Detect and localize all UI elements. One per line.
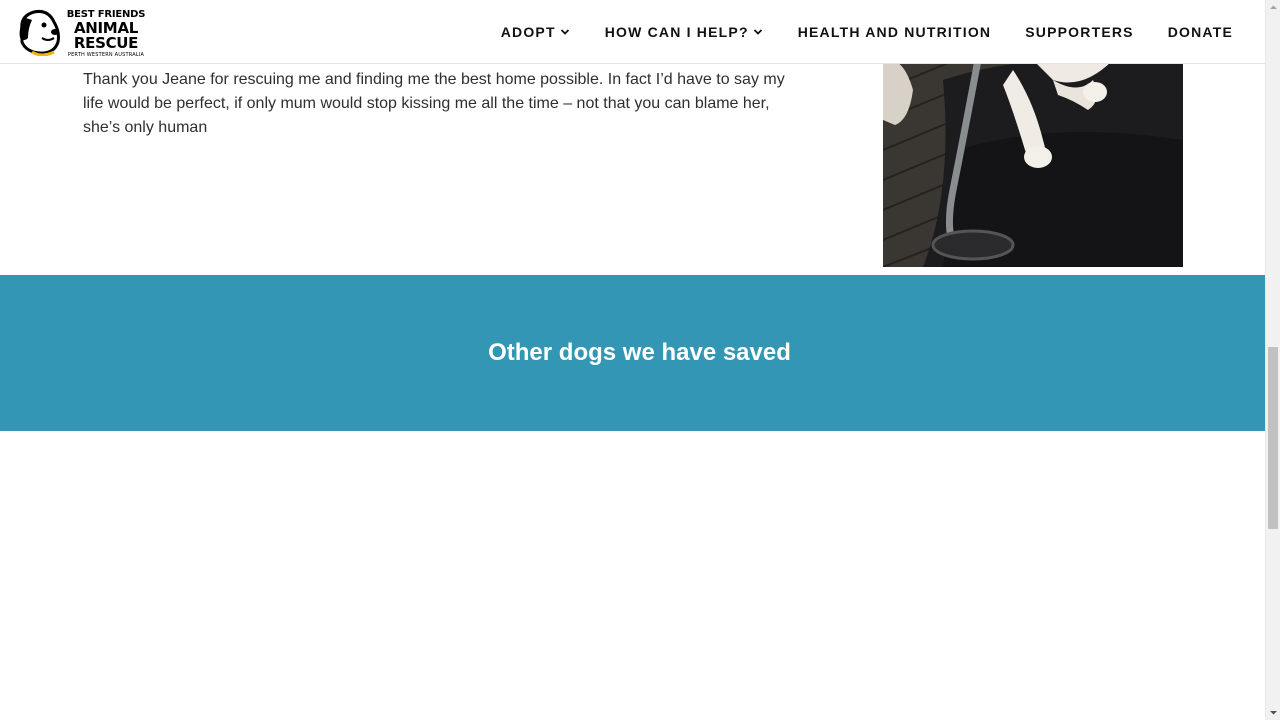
- nav-how-can-i-help[interactable]: HOW CAN I HELP?: [605, 24, 764, 40]
- saved-dogs-gallery: [0, 431, 1265, 720]
- logo-line-location: PERTH WESTERN AUSTRALIA: [67, 52, 145, 58]
- section-title: Other dogs we have saved: [488, 339, 791, 366]
- nav-adopt-label: ADOPT: [500, 23, 556, 40]
- nav-supporters-label: SUPPORTERS: [1025, 23, 1134, 40]
- vertical-scrollbar[interactable]: [1265, 0, 1280, 720]
- nav-health-label: HEALTH AND NUTRITION: [797, 23, 992, 40]
- chevron-down-icon: [753, 28, 762, 35]
- scrollbar-thumb[interactable]: [1268, 347, 1278, 529]
- main-nav: ADOPT HOW CAN I HELP? HEALTH AND NUTRITI…: [467, 0, 1233, 63]
- nav-donate[interactable]: DONATE: [1168, 24, 1233, 40]
- other-dogs-saved-band: Other dogs we have saved: [0, 275, 1265, 431]
- nav-adopt[interactable]: ADOPT: [501, 24, 571, 40]
- scroll-up-arrow-icon[interactable]: [1266, 0, 1280, 15]
- nav-how-can-i-help-label: HOW CAN I HELP?: [604, 23, 749, 40]
- page: Thank you Jeane for rescuing me and find…: [0, 0, 1280, 720]
- nav-health-and-nutrition[interactable]: HEALTH AND NUTRITION: [798, 24, 992, 40]
- logo-line-rescue: RESCUE: [73, 34, 139, 52]
- story-text: Thank you Jeane for rescuing me and find…: [83, 71, 785, 136]
- site-logo[interactable]: BEST FRIENDS ANIMAL RESCUE PERTH WESTERN…: [14, 8, 146, 58]
- chevron-down-icon: [560, 28, 569, 35]
- nav-donate-label: DONATE: [1167, 23, 1233, 40]
- scroll-down-arrow-icon[interactable]: [1266, 705, 1280, 720]
- nav-supporters[interactable]: SUPPORTERS: [1025, 24, 1133, 40]
- site-header: BEST FRIENDS ANIMAL RESCUE PERTH WESTERN…: [0, 0, 1265, 64]
- dog-logo-icon: [19, 10, 60, 56]
- logo-text: BEST FRIENDS ANIMAL RESCUE PERTH WESTERN…: [66, 10, 146, 58]
